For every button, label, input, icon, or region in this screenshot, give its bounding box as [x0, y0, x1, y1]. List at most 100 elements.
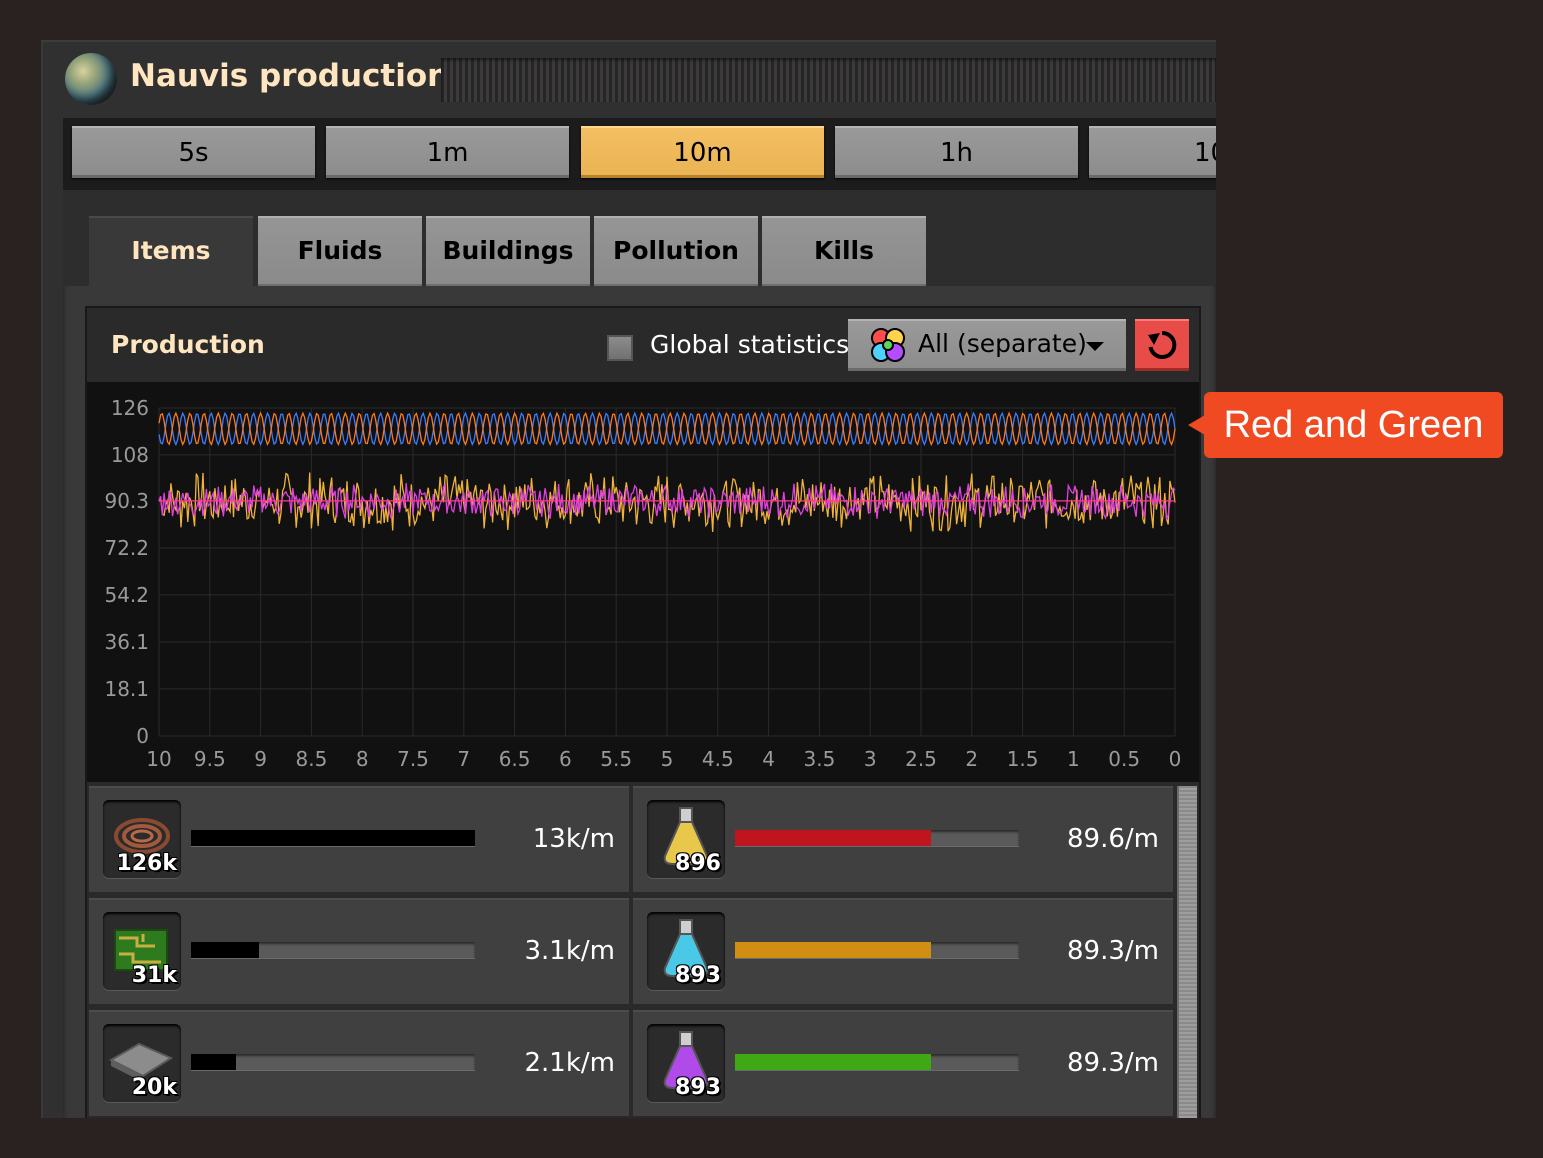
x-tick-label: 8: [356, 747, 369, 771]
item-group-dropdown[interactable]: All (separate): [848, 319, 1126, 371]
y-tick-label: 72.2: [104, 536, 149, 560]
time-range-1h[interactable]: 1h: [835, 126, 1078, 178]
statistics-panel: Items Fluids Buildings Pollution Kills P…: [63, 190, 1216, 1118]
item-list-scrollbar[interactable]: [1177, 786, 1197, 1118]
production-bar-fill: [735, 942, 931, 958]
item-rate: 89.3/m: [1067, 1048, 1159, 1078]
production-chart: 10 9.5 9 8.5 8 7.5 7 6.5 6 5.5 5 4.5 4 3.5 3 2.5 2 1.5 1 0.…: [87, 382, 1199, 782]
item-count: 893: [675, 963, 721, 988]
production-bar-fill: [735, 1054, 931, 1070]
yellow-science-pack-icon: 896: [647, 800, 725, 878]
reset-icon: [1148, 330, 1177, 359]
y-tick-label: 108: [111, 443, 149, 467]
production-bar: [191, 1054, 475, 1070]
item-group-icon: [868, 325, 908, 369]
y-tick-label: 90.3: [104, 489, 149, 513]
y-tick-label: 18.1: [104, 677, 149, 701]
category-tabs: Items Fluids Buildings Pollution Kills: [63, 190, 1216, 292]
production-window: Nauvis production 5s 1m 10m 1h 10 Items …: [41, 40, 1216, 1118]
production-bar-fill: [191, 942, 260, 958]
x-tick-label: 8.5: [295, 747, 327, 771]
callout-arrow: [1188, 415, 1205, 435]
production-bar: [191, 830, 475, 846]
item-count: 31k: [131, 963, 177, 988]
x-tick-label: 7: [457, 747, 470, 771]
reset-button[interactable]: [1135, 319, 1189, 371]
tab-buildings[interactable]: Buildings: [426, 216, 590, 286]
item-count: 20k: [131, 1075, 177, 1100]
title-bar[interactable]: Nauvis production: [41, 40, 1216, 118]
window-title: Nauvis production: [130, 58, 450, 94]
production-bar: [191, 942, 475, 958]
list-item[interactable]: 893 89.3/m: [633, 1010, 1173, 1118]
item-count: 896: [675, 851, 721, 876]
x-tick-label: 4.5: [702, 747, 734, 771]
list-item[interactable]: 893 89.3/m: [633, 898, 1173, 1006]
time-range-10m[interactable]: 10m: [581, 126, 824, 178]
tab-items[interactable]: Items: [89, 216, 253, 292]
electronic-circuit-icon: 31k: [103, 912, 181, 990]
annotation-callout: Red and Green: [1204, 392, 1503, 458]
item-rate: 13k/m: [532, 824, 615, 854]
x-tick-label: 4: [762, 747, 775, 771]
time-range-5s[interactable]: 5s: [72, 126, 315, 178]
planet-icon: [65, 53, 117, 105]
section-title: Production: [111, 330, 265, 359]
tab-fluids[interactable]: Fluids: [258, 216, 422, 286]
item-rate: 89.3/m: [1067, 936, 1159, 966]
time-range-bar: 5s 1m 10m 1h 10: [63, 118, 1216, 190]
x-tick-label: 1: [1067, 747, 1080, 771]
tab-pollution[interactable]: Pollution: [594, 216, 758, 286]
x-tick-label: 5: [661, 747, 674, 771]
item-rate: 2.1k/m: [524, 1048, 616, 1078]
list-item[interactable]: 31k 3.1k/m: [89, 898, 629, 1006]
production-bar-fill: [191, 830, 475, 846]
dropdown-selected-value: All (separate): [918, 329, 1087, 358]
x-tick-label: 5.5: [600, 747, 632, 771]
drag-handle[interactable]: [441, 58, 1216, 102]
x-tick-label: 10: [146, 747, 171, 771]
production-bar: [735, 942, 1019, 958]
purple-science-pack-icon: 893: [647, 1024, 725, 1102]
production-bar: [735, 830, 1019, 846]
production-content: Production Global statistics All (separa…: [87, 308, 1199, 1118]
copper-cable-icon: 126k: [103, 800, 181, 878]
y-tick-label: 0: [136, 724, 149, 748]
item-count: 893: [675, 1075, 721, 1100]
list-item[interactable]: 126k 13k/m: [89, 786, 629, 894]
x-tick-label: 9.5: [194, 747, 226, 771]
item-rate: 89.6/m: [1067, 824, 1159, 854]
global-statistics-checkbox[interactable]: [607, 335, 633, 361]
x-tick-label: 6: [559, 747, 572, 771]
production-bar-fill: [735, 830, 931, 846]
x-tick-label: 3.5: [803, 747, 835, 771]
x-tick-label: 6.5: [499, 747, 531, 771]
item-count: 126k: [116, 851, 177, 876]
plastic-plate-icon: 20k: [103, 1024, 181, 1102]
tab-kills[interactable]: Kills: [762, 216, 926, 286]
x-tick-label: 0.5: [1108, 747, 1140, 771]
cyan-science-pack-icon: 893: [647, 912, 725, 990]
global-statistics-label: Global statistics: [650, 330, 850, 359]
production-bar: [735, 1054, 1019, 1070]
y-tick-label: 126: [111, 396, 149, 420]
x-tick-label: 2: [965, 747, 978, 771]
x-tick-label: 1.5: [1007, 747, 1039, 771]
time-range-1m[interactable]: 1m: [326, 126, 569, 178]
y-tick-label: 54.2: [104, 583, 149, 607]
production-header: Production Global statistics All (separa…: [87, 308, 1199, 382]
x-tick-label: 7.5: [397, 747, 429, 771]
x-tick-label: 3: [864, 747, 877, 771]
list-item[interactable]: 896 89.6/m: [633, 786, 1173, 894]
list-item[interactable]: 20k 2.1k/m: [89, 1010, 629, 1118]
chevron-down-icon: [1086, 342, 1104, 351]
item-rate: 3.1k/m: [524, 936, 616, 966]
production-bar-fill: [191, 1054, 237, 1070]
item-list: 126k 13k/m 31k 3.1k/m 20k 2.1k/m 896 89.…: [87, 786, 1199, 1118]
chart-svg: 10 9.5 9 8.5 8 7.5 7 6.5 6 5.5 5 4.5 4 3.5 3 2.5 2 1.5 1 0.…: [104, 396, 1182, 771]
y-tick-label: 36.1: [104, 630, 149, 654]
x-tick-label: 9: [254, 747, 267, 771]
x-tick-label: 2.5: [905, 747, 937, 771]
x-tick-label: 0: [1169, 747, 1182, 771]
time-range-10h[interactable]: 10: [1089, 126, 1216, 178]
